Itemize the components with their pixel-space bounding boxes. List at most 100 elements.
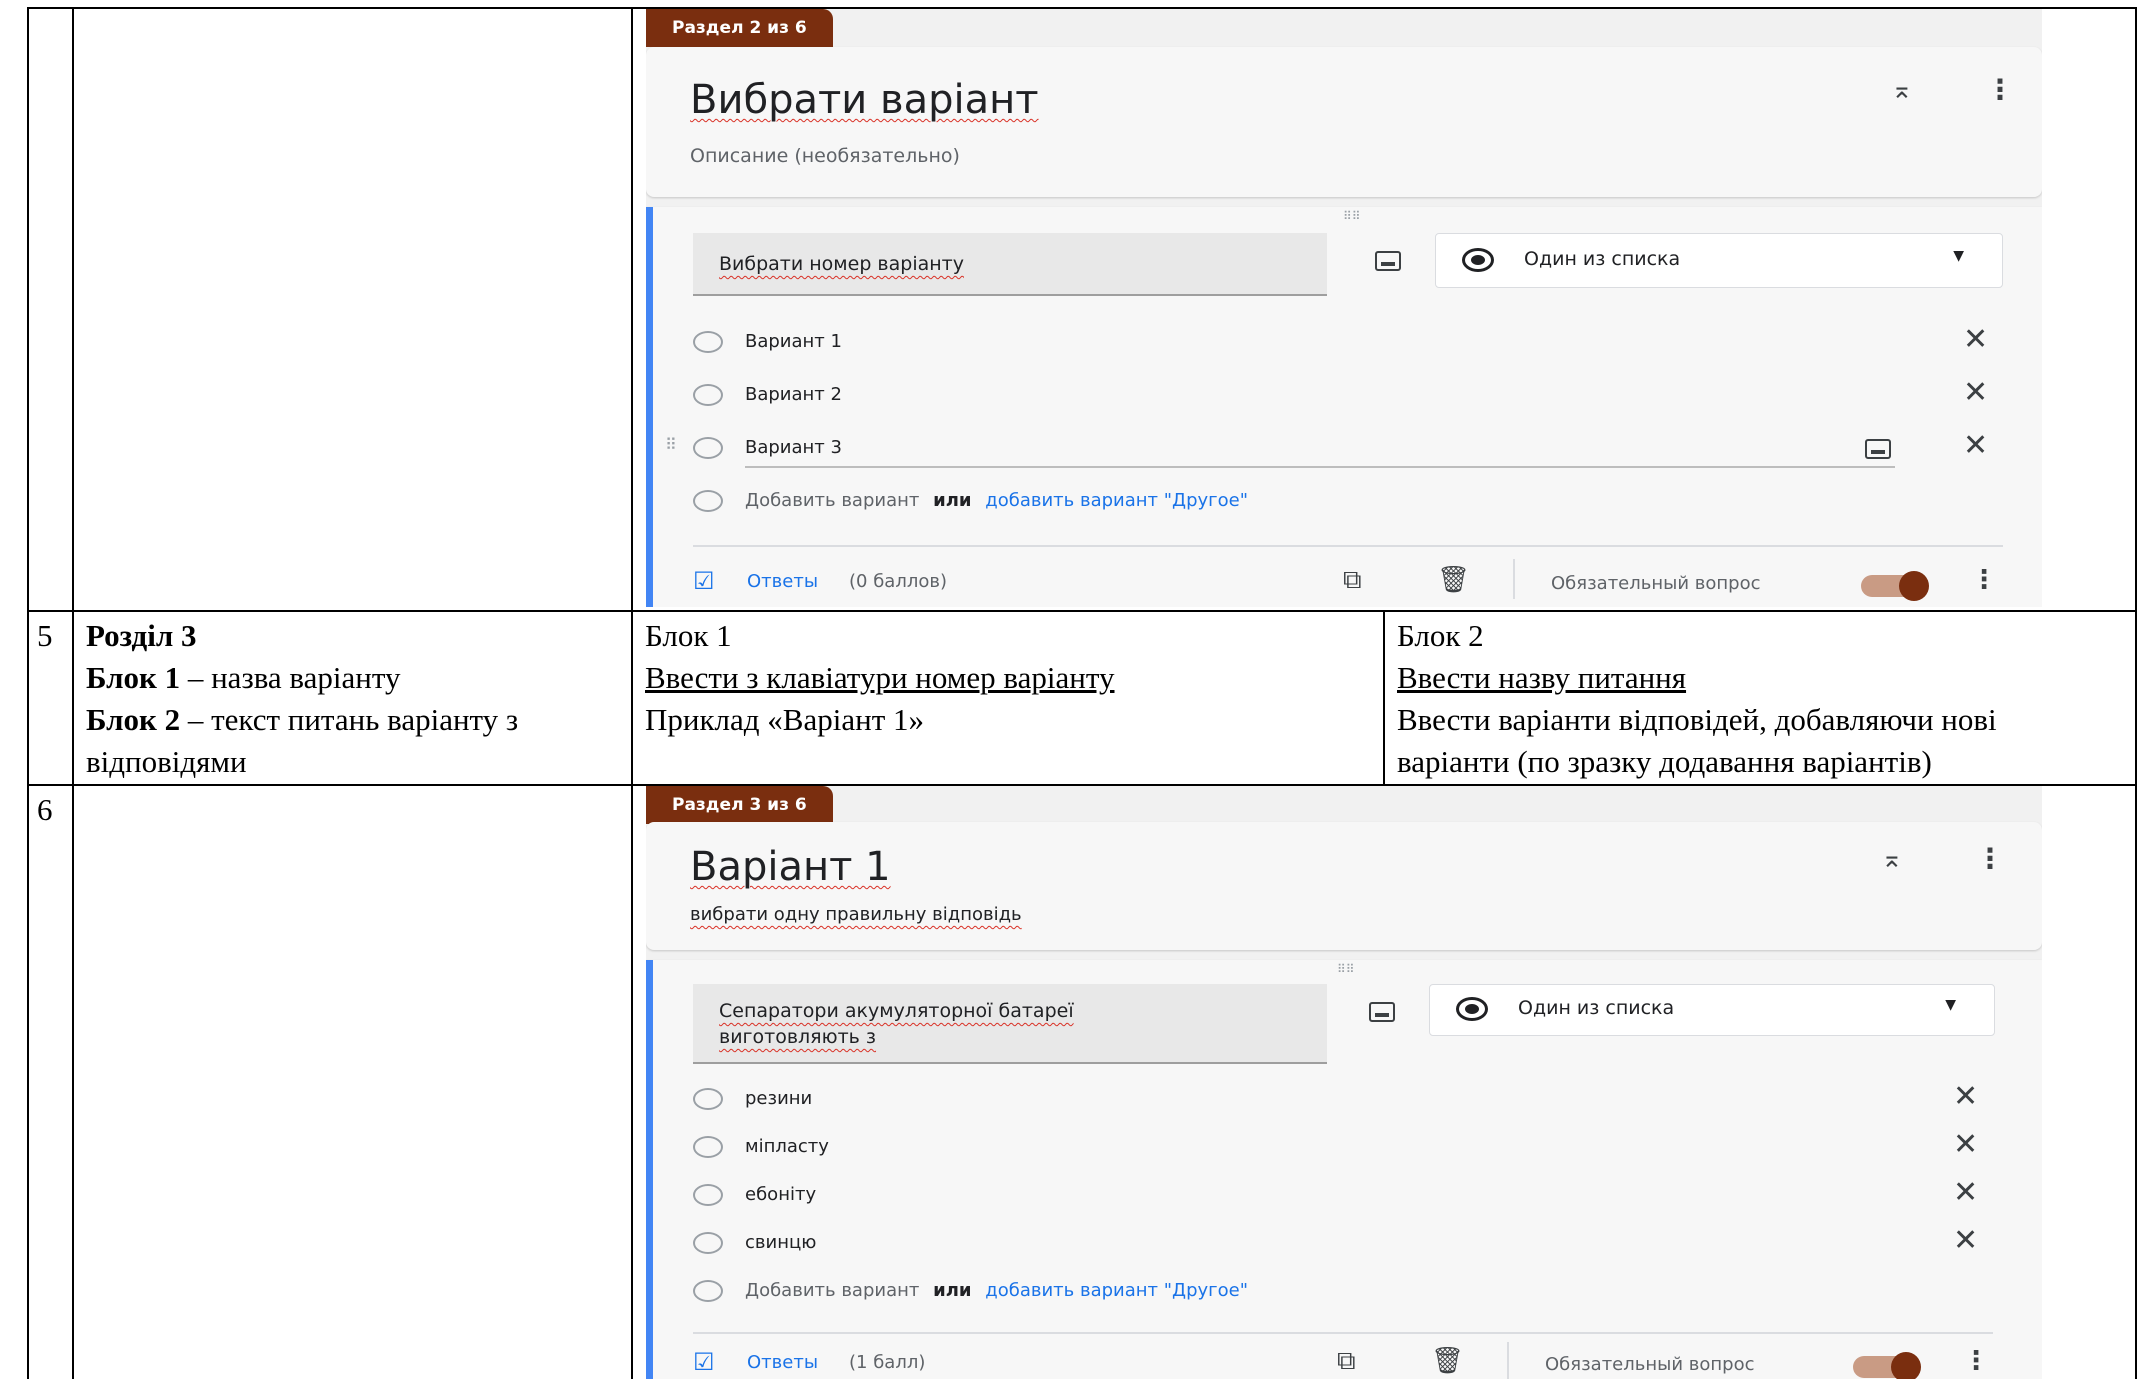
answers-icon[interactable]: ☑: [693, 1348, 715, 1376]
points-label: (0 баллов): [849, 571, 947, 592]
block2-desc-cont: відповідями: [86, 744, 247, 779]
option-radio-4[interactable]: [693, 1232, 723, 1254]
or-label: или: [933, 1280, 972, 1301]
footer-divider: [693, 545, 2003, 547]
question-title-field[interactable]: Вибрати номер варіанту: [693, 233, 1327, 296]
collapse-icon[interactable]: ⌅: [1891, 75, 1913, 105]
table-col-divider-1: [72, 7, 74, 1379]
close-icon[interactable]: ✕: [1953, 1082, 1978, 1112]
block1-desc: – назва варіанту: [180, 660, 401, 695]
add-option-row: Добавить вариант или добавить вариант "Д…: [745, 1280, 1248, 1301]
table-col-divider-3: [1383, 610, 1385, 786]
block2-desc: – текст питань варіанту з: [180, 702, 519, 737]
section-description[interactable]: вибрати одну правильну відповідь: [690, 904, 1022, 925]
close-icon[interactable]: ✕: [1963, 431, 1988, 461]
col3-line2: Ввести варіанти відповідей, добавляючи н…: [1397, 702, 1997, 737]
section-description[interactable]: Описание (необязательно): [690, 145, 960, 167]
toggle-switch[interactable]: [1853, 1352, 1921, 1379]
answers-icon[interactable]: ☑: [693, 567, 715, 595]
table-border-left: [27, 7, 29, 1379]
section-title[interactable]: Вибрати варіант: [690, 77, 1039, 123]
toggle-switch[interactable]: [1861, 571, 1929, 601]
add-other-link[interactable]: добавить вариант "Другое": [985, 1280, 1248, 1301]
question-title-field[interactable]: Сепаратори акумуляторної батареї виготов…: [693, 984, 1327, 1064]
section-title[interactable]: Варіант 1: [690, 844, 891, 890]
close-icon[interactable]: ✕: [1963, 325, 1988, 355]
block2-label: Блок 2: [86, 702, 181, 737]
required-label: Обязательный вопрос: [1545, 1354, 1755, 1375]
option-radio-2[interactable]: [693, 1136, 723, 1158]
more-vert-icon[interactable]: ⋮: [1963, 1346, 1989, 1376]
table-row-divider-5: [27, 610, 2137, 612]
add-option-radio: [693, 1280, 723, 1302]
dropdown-arrow-icon: ▼: [1945, 997, 1956, 1013]
drag-handle-icon[interactable]: ⠿: [665, 435, 677, 454]
close-icon[interactable]: ✕: [1953, 1178, 1978, 1208]
option-1[interactable]: резини: [745, 1088, 812, 1109]
question-type-select[interactable]: Один из списка ▼: [1429, 984, 1995, 1036]
col2-line2: Приклад «Варіант 1»: [645, 702, 924, 737]
question-title-line2: виготовляють з: [719, 1026, 877, 1048]
footer-divider: [693, 1332, 1993, 1334]
add-option-radio: [693, 490, 723, 512]
drag-handle-icon[interactable]: ⠿⠿: [1337, 962, 1355, 976]
image-icon[interactable]: [1375, 251, 1401, 271]
form-screenshot-top: Раздел 2 из 6 Вибрати варіант Описание (…: [646, 9, 2042, 607]
drag-handle-icon[interactable]: ⠿⠿: [1343, 209, 1361, 223]
close-icon[interactable]: ✕: [1953, 1130, 1978, 1160]
copy-icon[interactable]: ⧉: [1337, 1346, 1356, 1377]
answers-link[interactable]: Ответы: [747, 571, 818, 592]
section-label: Розділ 3: [86, 618, 197, 653]
option-2[interactable]: Вариант 2: [745, 384, 842, 405]
table-col-divider-2: [631, 7, 633, 1379]
section-tab[interactable]: Раздел 3 из 6: [646, 786, 833, 824]
image-icon[interactable]: [1369, 1002, 1395, 1022]
answers-link[interactable]: Ответы: [747, 1352, 818, 1373]
radio-selected-icon: [1462, 248, 1494, 272]
option-1[interactable]: Вариант 1: [745, 331, 842, 352]
option-radio-2[interactable]: [693, 384, 723, 406]
image-icon[interactable]: [1865, 439, 1891, 459]
footer-separator: [1513, 559, 1515, 599]
row-number-5: 5: [37, 618, 53, 653]
table-border-right: [2135, 7, 2137, 1379]
document-page: 5 Розділ 3 Блок 1 – назва варіанту Блок …: [0, 0, 2143, 1379]
delete-icon[interactable]: 🗑: [1431, 1346, 1464, 1376]
required-label: Обязательный вопрос: [1551, 573, 1761, 594]
option-3[interactable]: ебоніту: [745, 1184, 816, 1205]
col3-line3: варіанти (по зразку додавання варіантів): [1397, 744, 1932, 779]
option-radio-1[interactable]: [693, 1088, 723, 1110]
question-title-line1: Сепаратори акумуляторної батареї: [719, 1000, 1074, 1022]
option-radio-3[interactable]: [693, 1184, 723, 1206]
row5-col3: Блок 2 Ввести назву питання Ввести варіа…: [1397, 615, 2132, 783]
or-label: или: [933, 490, 972, 511]
dropdown-arrow-icon: ▼: [1953, 248, 1964, 264]
add-option-link[interactable]: Добавить вариант: [745, 1280, 919, 1301]
add-option-row: Добавить вариант или добавить вариант "Д…: [745, 490, 1248, 511]
more-vert-icon[interactable]: ⋮: [1971, 565, 1997, 595]
col2-title: Блок 1: [645, 618, 732, 653]
option-radio-3[interactable]: [693, 437, 723, 459]
add-option-link[interactable]: Добавить вариант: [745, 490, 919, 511]
option-2[interactable]: мiпласту: [745, 1136, 829, 1157]
close-icon[interactable]: ✕: [1963, 378, 1988, 408]
col2-line1: Ввести з клавіатури номер варіанту: [645, 660, 1115, 695]
collapse-icon[interactable]: ⌅: [1881, 844, 1903, 874]
close-icon[interactable]: ✕: [1953, 1226, 1978, 1256]
more-vert-icon[interactable]: ⋮: [1986, 73, 2014, 106]
radio-selected-icon: [1456, 997, 1488, 1021]
col3-title: Блок 2: [1397, 618, 1484, 653]
option-4[interactable]: свинцю: [745, 1232, 816, 1253]
copy-icon[interactable]: ⧉: [1343, 565, 1362, 596]
section-tab[interactable]: Раздел 2 из 6: [646, 9, 833, 47]
question-type-select[interactable]: Один из списка ▼: [1435, 233, 2003, 288]
more-vert-icon[interactable]: ⋮: [1976, 842, 2004, 875]
row-number-6: 6: [37, 792, 53, 827]
option-underline: [745, 466, 1895, 468]
question-type-label: Один из списка: [1518, 997, 1675, 1019]
option-3[interactable]: Вариант 3: [745, 437, 842, 458]
add-other-link[interactable]: добавить вариант "Другое": [985, 490, 1248, 511]
delete-icon[interactable]: 🗑: [1437, 565, 1470, 595]
option-radio-1[interactable]: [693, 331, 723, 353]
col3-line1: Ввести назву питання: [1397, 660, 1687, 695]
